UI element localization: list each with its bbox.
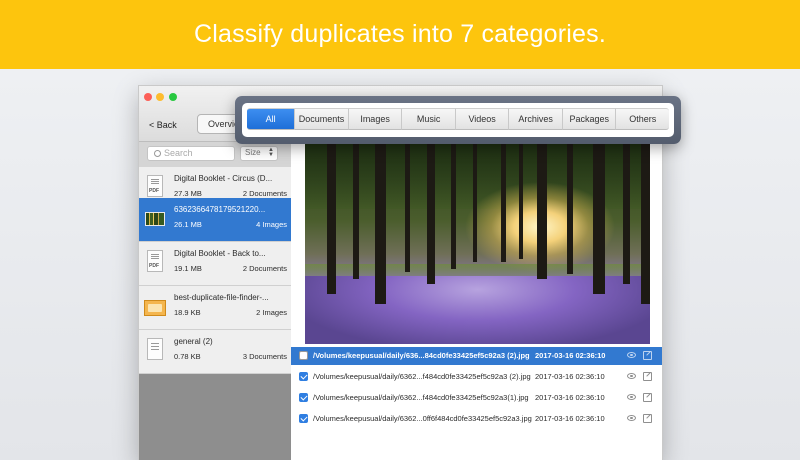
duplicate-group-sidebar: Search Size ▲ ▼ PDF Digital Booklet - Circ… — [139, 142, 291, 460]
file-row[interactable]: /Volumes/keepusual/daily/6362...0ff6f484… — [291, 410, 662, 428]
group-count: 2 Documents — [242, 264, 287, 273]
preview-eye-icon[interactable] — [627, 373, 636, 379]
category-tab-archives[interactable]: Archives — [509, 108, 563, 130]
file-date: 2017-03-16 02:36:10 — [535, 393, 605, 402]
category-tab-others[interactable]: Others — [616, 108, 669, 130]
sidebar-group-item[interactable]: PDF Digital Booklet - Back to... 19.1 MB… — [139, 242, 291, 286]
group-count: 4 Images — [256, 220, 287, 229]
document-icon — [147, 338, 163, 360]
image-preview — [305, 144, 650, 344]
file-checkbox[interactable] — [299, 414, 308, 423]
file-row[interactable]: /Volumes/keepusual/daily/6362...f484cd0f… — [291, 368, 662, 386]
promo-banner: Classify duplicates into 7 categories. — [0, 0, 800, 69]
sidebar-group-item[interactable]: best-duplicate-file-finder-... 18.9 KB 2… — [139, 286, 291, 330]
open-in-finder-icon[interactable] — [643, 372, 652, 381]
group-name: general (2) — [174, 337, 213, 346]
category-tab-all[interactable]: All — [247, 108, 296, 130]
group-size: 27.3 MB — [174, 189, 202, 198]
file-checkbox[interactable] — [299, 351, 308, 360]
file-path: /Volumes/keepusual/daily/636...84cd0fe33… — [313, 351, 530, 360]
search-placeholder: Search — [164, 148, 193, 158]
image-thumbnail-icon — [145, 212, 165, 226]
updown-arrows-icon: ▲ ▼ — [268, 147, 274, 158]
group-size: 0.78 KB — [174, 352, 201, 361]
file-checkbox[interactable] — [299, 393, 308, 402]
file-row-selected[interactable]: /Volumes/keepusual/daily/636...84cd0fe33… — [291, 347, 662, 365]
category-tab-packages[interactable]: Packages — [562, 108, 617, 130]
group-count: 3 Documents — [242, 352, 287, 361]
category-tab-documents[interactable]: Documents — [295, 108, 349, 130]
sidebar-search-bar: Search Size ▲ ▼ — [139, 142, 291, 167]
preview-eye-icon[interactable] — [627, 352, 636, 358]
close-window-button[interactable] — [144, 93, 152, 101]
file-path: /Volumes/keepusual/daily/6362...f484cd0f… — [313, 393, 529, 402]
banner-headline: Classify duplicates into 7 categories. — [194, 20, 606, 48]
group-size: 18.9 KB — [174, 308, 201, 317]
group-size: 26.1 MB — [174, 220, 202, 229]
preview-eye-icon[interactable] — [627, 394, 636, 400]
file-date: 2017-03-16 02:36:10 — [535, 351, 606, 360]
group-count: 2 Documents — [242, 189, 287, 198]
category-filter-bar: All Documents Images Music Videos Archiv… — [235, 96, 681, 144]
group-name: Digital Booklet - Back to... — [174, 249, 266, 258]
file-date: 2017-03-16 02:36:10 — [535, 372, 605, 381]
file-checkbox[interactable] — [299, 372, 308, 381]
back-button[interactable]: < Back — [149, 120, 177, 130]
open-in-finder-icon[interactable] — [643, 351, 652, 360]
file-path: /Volumes/keepusual/daily/6362...f484cd0f… — [313, 372, 531, 381]
pdf-document-icon: PDF — [147, 175, 163, 197]
image-thumbnail-icon — [144, 300, 166, 316]
file-detail-pane: /Volumes/keepusual/daily/636...84cd0fe33… — [291, 142, 662, 460]
group-name: 6362366478179521220... — [174, 205, 266, 214]
category-tab-images[interactable]: Images — [348, 108, 403, 130]
open-in-finder-icon[interactable] — [643, 414, 652, 423]
file-path: /Volumes/keepusual/daily/6362...0ff6f484… — [313, 414, 532, 423]
sort-label: Size — [245, 148, 261, 157]
sidebar-group-item-selected[interactable]: 6362366478179521220... 26.1 MB 4 Images — [139, 198, 291, 242]
group-name: best-duplicate-file-finder-... — [174, 293, 269, 302]
sidebar-group-item[interactable]: general (2) 0.78 KB 3 Documents — [139, 330, 291, 374]
sort-select[interactable]: Size ▲ ▼ — [240, 146, 278, 161]
file-date: 2017-03-16 02:36:10 — [535, 414, 605, 423]
category-segmented-control: All Documents Images Music Videos Archiv… — [242, 103, 674, 137]
zoom-window-button[interactable] — [169, 93, 177, 101]
group-size: 19.1 MB — [174, 264, 202, 273]
category-tab-music[interactable]: Music — [402, 108, 456, 130]
search-icon — [154, 150, 161, 157]
pdf-document-icon: PDF — [147, 250, 163, 272]
file-row[interactable]: /Volumes/keepusual/daily/6362...f484cd0f… — [291, 389, 662, 407]
group-count: 2 Images — [256, 308, 287, 317]
preview-eye-icon[interactable] — [627, 415, 636, 421]
minimize-window-button[interactable] — [156, 93, 164, 101]
search-input[interactable]: Search — [147, 146, 235, 161]
group-name: Digital Booklet - Circus (D... — [174, 174, 273, 183]
open-in-finder-icon[interactable] — [643, 393, 652, 402]
category-tab-videos[interactable]: Videos — [455, 108, 510, 130]
